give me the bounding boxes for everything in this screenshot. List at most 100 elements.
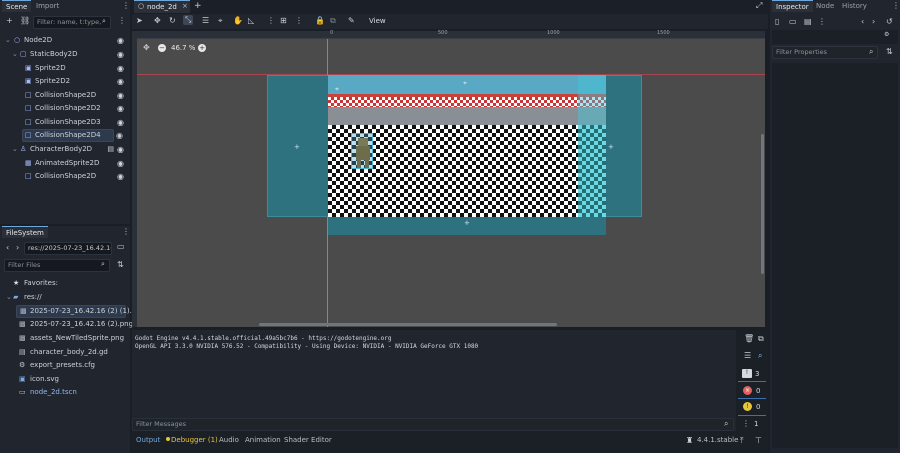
tab-inspector[interactable]: Inspector — [772, 0, 813, 12]
tree-row-collisionshape2d3[interactable]: □ CollisionShape2D3 ◉ — [0, 116, 128, 129]
lock-icon[interactable]: 🔒 — [315, 16, 325, 25]
fs-file[interactable]: ⚙ export_presets.cfg — [0, 359, 128, 372]
pivot-tool-icon[interactable]: ⌖ — [218, 16, 223, 26]
pin-icon[interactable]: ⤒ — [740, 436, 744, 446]
visibility-eye-icon[interactable]: ◉ — [117, 116, 124, 129]
tab-debugger[interactable]: Debugger (1) — [171, 436, 218, 444]
fs-file[interactable]: ▩ 2025-07-23_16.42.16 (2).png — [0, 318, 133, 331]
view-menu[interactable]: View — [369, 17, 386, 25]
skeleton-icon[interactable]: ✎ — [348, 16, 355, 25]
split-view-icon[interactable]: ▭ — [117, 242, 125, 251]
distraction-free-icon[interactable]: ⤢ — [756, 1, 762, 11]
fs-file[interactable]: ▤ character_body_2d.gd — [0, 346, 128, 359]
visibility-eye-icon[interactable]: ◉ — [117, 34, 124, 47]
messages-count-badge[interactable]: ! — [742, 369, 752, 378]
list-select-icon[interactable]: ☰ — [202, 16, 209, 25]
clear-output-icon[interactable]: 🗑 — [744, 334, 754, 343]
sort-icon[interactable]: ⇅ — [117, 260, 124, 269]
select-tool-icon[interactable]: ➤ — [136, 16, 143, 25]
visibility-eye-icon[interactable]: ◉ — [117, 89, 124, 102]
filter-properties-input[interactable]: Filter Properties — [772, 46, 878, 59]
center-view-icon[interactable]: ✥ — [143, 43, 150, 52]
resource-menu-icon[interactable]: ⋮ — [818, 17, 826, 26]
ruler-tool-icon[interactable]: ◺ — [248, 16, 254, 25]
tree-row-collisionshape2d2[interactable]: □ CollisionShape2D2 ◉ — [0, 102, 128, 115]
search-icon[interactable]: ⌕ — [758, 351, 762, 361]
fs-favorites[interactable]: ★ Favorites: — [0, 277, 128, 290]
shape-handle[interactable]: + — [294, 143, 300, 151]
move-tool-icon[interactable]: ✥ — [154, 16, 161, 25]
dock-menu-icon[interactable]: ⋮ — [892, 1, 900, 10]
shape-handle[interactable]: + — [608, 143, 614, 151]
zoom-out-icon[interactable]: − — [158, 44, 166, 52]
forward-arrow-icon[interactable]: › — [16, 243, 19, 252]
scene-filter-input[interactable]: Filter: name, t:type, — [33, 16, 111, 29]
visibility-eye-icon[interactable]: ◉ — [117, 170, 124, 183]
add-tab-icon[interactable]: + — [194, 1, 202, 11]
scene-options-icon[interactable]: ⋮ — [118, 16, 126, 25]
script-icon[interactable]: ▤ — [107, 143, 114, 156]
tab-audio[interactable]: Audio — [219, 436, 239, 444]
filter-lines-icon[interactable]: ☰ — [744, 351, 751, 360]
file-filter-input[interactable]: Filter Files — [4, 259, 110, 272]
tab-output[interactable]: Output — [136, 436, 160, 444]
dock-menu-icon[interactable]: ⋮ — [122, 227, 130, 236]
collapse-arrow-icon[interactable]: ⌄ — [12, 48, 18, 61]
property-options-icon[interactable]: ⇅ — [886, 47, 893, 56]
copy-output-icon[interactable]: ⧉ — [758, 334, 764, 344]
expand-panel-icon[interactable]: ⊤ — [755, 436, 762, 445]
tree-row-collisionshape2d4[interactable]: □ CollisionShape2D4 — [22, 129, 114, 142]
visibility-eye-icon[interactable]: ◉ — [117, 75, 124, 88]
save-resource-icon[interactable]: ▤ — [804, 17, 812, 26]
tab-node[interactable]: Node — [812, 0, 838, 12]
tab-animation[interactable]: Animation — [245, 436, 281, 444]
back-arrow-icon[interactable]: ‹ — [6, 243, 9, 252]
history-forward-icon[interactable]: › — [872, 17, 875, 26]
open-resource-icon[interactable]: ▭ — [789, 17, 797, 26]
snap-options-icon[interactable]: ⋮ — [295, 16, 303, 25]
visibility-eye-icon[interactable]: ◉ — [117, 62, 124, 75]
warning-icon[interactable]: ! — [743, 402, 752, 411]
visibility-eye-icon[interactable]: ◉ — [117, 143, 124, 156]
add-node-icon[interactable]: + — [6, 16, 13, 25]
tree-row-sprite2d[interactable]: ▣ Sprite2D ◉ — [0, 62, 128, 75]
dock-menu-icon[interactable]: ⋮ — [122, 1, 130, 10]
more-icon[interactable]: ⋮ — [742, 419, 750, 428]
new-resource-icon[interactable]: ▯ — [775, 17, 779, 26]
zoom-level[interactable]: 46.7 % — [171, 44, 195, 52]
fs-file[interactable]: ▭ node_2d.tscn — [0, 386, 128, 399]
path-field[interactable]: res://2025-07-23_16.42.16 — [24, 242, 112, 255]
horizontal-scrollbar[interactable] — [259, 323, 557, 326]
tab-import[interactable]: Import — [32, 0, 63, 12]
shape-handle[interactable]: + — [464, 219, 470, 227]
tab-shader-editor[interactable]: Shader Editor — [284, 436, 332, 444]
tree-row-node2d[interactable]: ⌄ ○ Node2D ◉ — [0, 34, 128, 47]
collapse-arrow-icon[interactable]: ⌄ — [12, 143, 18, 156]
shape-handle[interactable]: ⌖ — [463, 79, 467, 88]
rotate-tool-icon[interactable]: ↻ — [169, 16, 176, 25]
zoom-in-icon[interactable]: + — [198, 44, 206, 52]
collision-shape-right[interactable] — [578, 75, 606, 217]
group-icon[interactable]: ⧉ — [330, 16, 336, 26]
shape-handle[interactable]: ⌖ — [335, 85, 339, 94]
scale-tool-icon[interactable]: ⤡ — [183, 15, 194, 25]
collapse-arrow-icon[interactable]: ⌄ — [5, 34, 11, 47]
tree-row-staticbody2d[interactable]: ⌄ ▢ StaticBody2D ◉ — [0, 48, 128, 61]
close-icon[interactable]: × — [182, 2, 188, 10]
filter-messages-input[interactable]: Filter Messages — [132, 418, 734, 431]
object-history-icon[interactable]: ↺ — [886, 17, 893, 26]
fs-file[interactable]: ▣ icon.svg — [0, 373, 128, 386]
tab-filesystem[interactable]: FileSystem — [2, 226, 48, 238]
sprite-top-band[interactable] — [328, 75, 606, 94]
history-back-icon[interactable]: ‹ — [861, 17, 864, 26]
visibility-eye-icon[interactable]: ◉ — [117, 102, 124, 115]
canvas-viewport[interactable]: ✥ − 46.7 % + + + + ⌖ ⌖ — [137, 39, 765, 327]
vertical-scrollbar[interactable] — [761, 134, 764, 274]
tab-history[interactable]: History — [838, 0, 871, 12]
instance-scene-icon[interactable]: ⛓ — [20, 16, 30, 25]
grid-snap-icon[interactable]: ⊞ — [280, 16, 287, 25]
smart-snap-icon[interactable]: ⋮ — [267, 16, 275, 25]
visibility-eye-icon[interactable]: ◉ — [117, 157, 124, 170]
visibility-eye-icon[interactable]: ◉ — [116, 131, 123, 140]
fs-file-selected[interactable]: ▩ 2025-07-23_16.42.16 (2) (1).p... — [16, 305, 143, 318]
